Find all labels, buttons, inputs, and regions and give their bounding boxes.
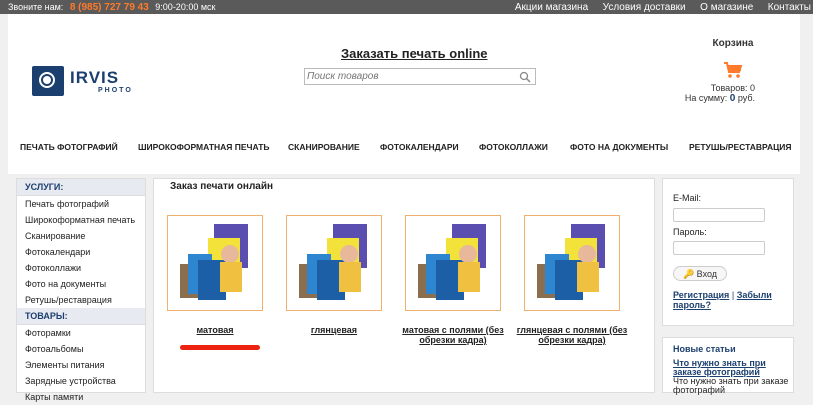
login-button-label: Вход bbox=[696, 269, 718, 279]
main-navigation: ПЕЧАТЬ ФОТОГРАФИЙ ШИРОКОФОРМАТНАЯ ПЕЧАТЬ… bbox=[8, 142, 800, 156]
nav-wide-format[interactable]: ШИРОКОФОРМАТНАЯ ПЕЧАТЬ bbox=[138, 142, 270, 152]
phone-number[interactable]: 8 (985) 727 79 43 bbox=[70, 2, 149, 13]
shopping-cart-icon[interactable] bbox=[723, 61, 743, 79]
sidebar-item-scanning[interactable]: Сканирование bbox=[17, 228, 145, 244]
search-box bbox=[304, 68, 536, 85]
photo-stack-image bbox=[299, 224, 367, 300]
product-label[interactable]: глянцевая с полями (без обрезки кадра) bbox=[512, 325, 632, 345]
cart-items-count: Товаров: 0 bbox=[710, 83, 755, 93]
key-icon: 🔑 bbox=[682, 269, 695, 279]
cart-sum-value: 0 bbox=[729, 93, 736, 104]
services-heading: УСЛУГИ: bbox=[17, 179, 145, 196]
product-image[interactable] bbox=[524, 215, 620, 311]
nav-collages[interactable]: ФОТОКОЛЛАЖИ bbox=[479, 142, 548, 152]
product-label[interactable]: матовая с полями (без обрезки кадра) bbox=[393, 325, 513, 345]
product-card[interactable]: глянцевая с полями (без обрезки кадра) bbox=[517, 215, 627, 345]
login-button[interactable]: 🔑 Вход bbox=[673, 266, 727, 281]
cart-currency: руб. bbox=[737, 93, 755, 103]
sidebar-item-collages[interactable]: Фотоколлажи bbox=[17, 260, 145, 276]
password-field[interactable] bbox=[673, 241, 765, 255]
product-card[interactable]: глянцевая bbox=[286, 215, 382, 335]
sidebar-item-retouch[interactable]: Ретушь/реставрация bbox=[17, 292, 145, 308]
sidebar-item-document-photo[interactable]: Фото на документы bbox=[17, 276, 145, 292]
search-input[interactable] bbox=[305, 69, 507, 84]
product-image[interactable] bbox=[405, 215, 501, 311]
product-card[interactable]: матовая bbox=[167, 215, 263, 335]
cart-title: Корзина bbox=[712, 38, 754, 49]
photo-stack-image bbox=[180, 224, 248, 300]
sidebar-item-frames[interactable]: Фоторамки bbox=[17, 325, 145, 341]
photo-stack-image bbox=[537, 224, 605, 300]
article-excerpt: Что нужно знать при заказе фотографий bbox=[673, 376, 789, 395]
sidebar-item-batteries[interactable]: Элементы питания bbox=[17, 357, 145, 373]
top-link-contacts[interactable]: Контакты bbox=[768, 2, 811, 13]
top-link-delivery[interactable]: Условия доставки bbox=[603, 2, 686, 13]
page-title: Заказ печати онлайн bbox=[170, 181, 274, 192]
nav-document-photo[interactable]: ФОТО НА ДОКУМЕНТЫ bbox=[570, 142, 668, 152]
nav-photo-print[interactable]: ПЕЧАТЬ ФОТОГРАФИЙ bbox=[20, 142, 118, 152]
red-underline-annotation bbox=[180, 345, 260, 350]
sidebar-item-chargers[interactable]: Зарядные устройства bbox=[17, 373, 145, 389]
articles-widget: Новые статьи Что нужно знать при заказе … bbox=[662, 337, 794, 395]
nav-calendars[interactable]: ФОТОКАЛЕНДАРИ bbox=[380, 142, 459, 152]
camera-lens-icon bbox=[32, 66, 64, 96]
email-label: E-Mail: bbox=[673, 193, 702, 203]
order-print-online-link[interactable]: Заказать печать online bbox=[341, 46, 488, 61]
photo-stack-image bbox=[418, 224, 486, 300]
nav-retouch[interactable]: РЕТУШЬ/РЕСТАВРАЦИЯ bbox=[689, 142, 792, 152]
product-label[interactable]: глянцевая bbox=[274, 325, 394, 335]
working-hours: 9:00-20:00 мск bbox=[155, 2, 216, 12]
links-separator: | bbox=[731, 290, 735, 300]
sidebar-item-albums[interactable]: Фотоальбомы bbox=[17, 341, 145, 357]
product-image[interactable] bbox=[167, 215, 263, 311]
contact-info: Звоните нам: 8 (985) 727 79 43 9:00-20:0… bbox=[8, 0, 215, 15]
site-header: IRVIS PHOTO Заказать печать online Корзи… bbox=[8, 14, 800, 174]
sidebar-item-wide-format[interactable]: Широкоформатная печать bbox=[17, 212, 145, 228]
register-link[interactable]: Регистрация bbox=[673, 290, 729, 300]
top-link-promotions[interactable]: Акции магазина bbox=[515, 2, 588, 13]
articles-title: Новые статьи bbox=[673, 344, 736, 354]
sidebar-item-memory-cards[interactable]: Карты памяти bbox=[17, 389, 145, 405]
product-image[interactable] bbox=[286, 215, 382, 311]
site-logo[interactable]: IRVIS PHOTO bbox=[32, 66, 152, 98]
email-field[interactable] bbox=[673, 208, 765, 222]
top-links: Акции магазина Условия доставки О магази… bbox=[503, 0, 811, 15]
login-form: E-Mail: Пароль: 🔑 Вход Регистрация | Заб… bbox=[662, 178, 794, 326]
cart-widget: Корзина Товаров: 0 На сумму: 0 руб. bbox=[668, 38, 798, 104]
call-label: Звоните нам: bbox=[8, 2, 64, 12]
product-label[interactable]: матовая bbox=[155, 325, 275, 335]
article-link[interactable]: Что нужно знать при заказе фотографий bbox=[673, 359, 789, 377]
sidebar-item-photo-print[interactable]: Печать фотографий bbox=[17, 196, 145, 212]
cart-sum: На сумму: 0 руб. bbox=[668, 93, 798, 104]
top-bar: Звоните нам: 8 (985) 727 79 43 9:00-20:0… bbox=[0, 0, 813, 14]
product-card[interactable]: матовая с полями (без обрезки кадра) bbox=[402, 215, 504, 345]
sidebar-item-calendars[interactable]: Фотокалендари bbox=[17, 244, 145, 260]
search-icon[interactable] bbox=[519, 71, 531, 83]
password-label: Пароль: bbox=[673, 227, 707, 237]
logo-subtitle: PHOTO bbox=[98, 87, 133, 94]
main-content: Заказ печати онлайн матовая глянцевая ма… bbox=[153, 178, 655, 393]
login-links: Регистрация | Забыли пароль? bbox=[673, 290, 785, 310]
sidebar-menu: УСЛУГИ: Печать фотографий Широкоформатна… bbox=[16, 178, 146, 402]
top-link-about[interactable]: О магазине bbox=[700, 2, 753, 13]
nav-scanning[interactable]: СКАНИРОВАНИЕ bbox=[288, 142, 360, 152]
logo-name: IRVIS bbox=[70, 68, 120, 87]
cart-sum-label: На сумму: bbox=[684, 93, 728, 103]
goods-heading: ТОВАРЫ: bbox=[17, 308, 145, 325]
